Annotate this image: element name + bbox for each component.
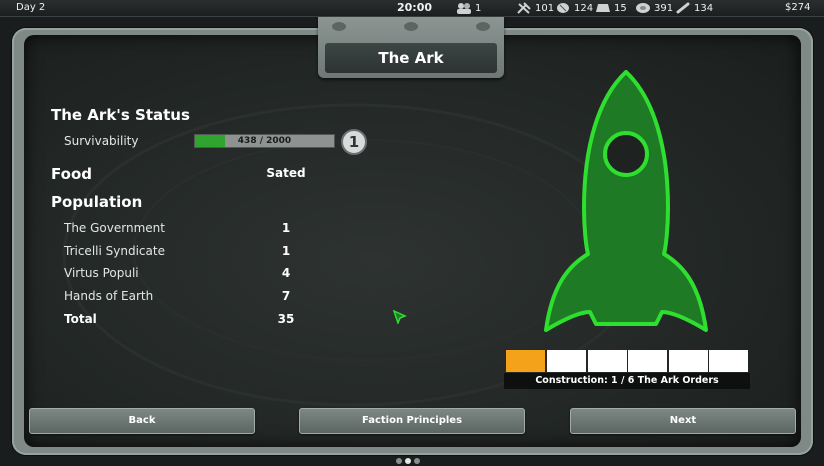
page-dot[interactable] [396, 458, 402, 464]
title-plate: The Ark [318, 17, 504, 78]
resource-meat: 391 [635, 2, 673, 14]
food-icon [557, 3, 569, 13]
resource-food: 124 [555, 2, 593, 14]
survivability-label: Survivability [64, 134, 139, 148]
bolt-icon [476, 22, 490, 31]
resource-population: 1 [456, 2, 481, 14]
ark-rocket-icon [544, 70, 708, 332]
faction-name: Virtus Populi [64, 266, 139, 280]
back-button[interactable]: Back [29, 408, 255, 434]
resource-bone: 134 [675, 2, 713, 14]
construction-progress: Construction: 1 / 6 The Ark Orders [504, 350, 750, 390]
meat-icon [636, 3, 650, 13]
bolt-icon [404, 22, 418, 31]
faction-count: 7 [281, 289, 291, 303]
population-heading: Population [51, 193, 143, 211]
next-button[interactable]: Next [570, 408, 796, 434]
page-indicator [396, 449, 423, 466]
status-heading: The Ark's Status [51, 106, 190, 124]
tools-icon [517, 2, 531, 14]
faction-count: 1 [281, 221, 291, 235]
construction-segment [547, 350, 586, 372]
construction-label: Construction: 1 / 6 The Ark Orders [504, 373, 750, 389]
faction-name: Hands of Earth [64, 289, 154, 303]
construction-segment [669, 350, 708, 372]
faction-name: The Government [64, 221, 165, 235]
day-counter: Day 2 [16, 2, 46, 13]
money-counter: $274 [785, 2, 811, 13]
construction-segment [709, 350, 748, 372]
population-total-label: Total [64, 312, 97, 326]
game-clock: 20:00 [397, 1, 433, 14]
food-heading: Food [51, 165, 92, 183]
cursor-icon [393, 310, 407, 324]
material-icon [596, 4, 610, 12]
construction-segment [506, 350, 545, 372]
bolt-icon [332, 22, 346, 31]
resource-tools: 101 [516, 2, 554, 14]
population-total-value: 35 [277, 312, 295, 326]
faction-count: 1 [281, 244, 291, 258]
page-dot[interactable] [414, 458, 420, 464]
faction-name: Tricelli Syndicate [64, 244, 165, 258]
faction-count: 4 [281, 266, 291, 280]
survivability-value: 438 / 2000 [237, 136, 292, 146]
population-icon [457, 3, 471, 14]
page-title: The Ark [325, 43, 497, 73]
construction-segment [588, 350, 627, 372]
food-value: Sated [266, 166, 306, 180]
construction-segment [628, 350, 667, 372]
survivability-badge[interactable]: 1 [341, 129, 367, 155]
page-dot[interactable] [405, 458, 411, 464]
resource-material: 15 [595, 2, 627, 14]
bone-icon [676, 2, 690, 14]
top-status-bar: Day 2 20:00 1 101 124 15 391 134 $274 [0, 0, 824, 17]
faction-principles-button[interactable]: Faction Principles [299, 408, 525, 434]
survivability-bar: 438 / 2000 [194, 134, 335, 148]
